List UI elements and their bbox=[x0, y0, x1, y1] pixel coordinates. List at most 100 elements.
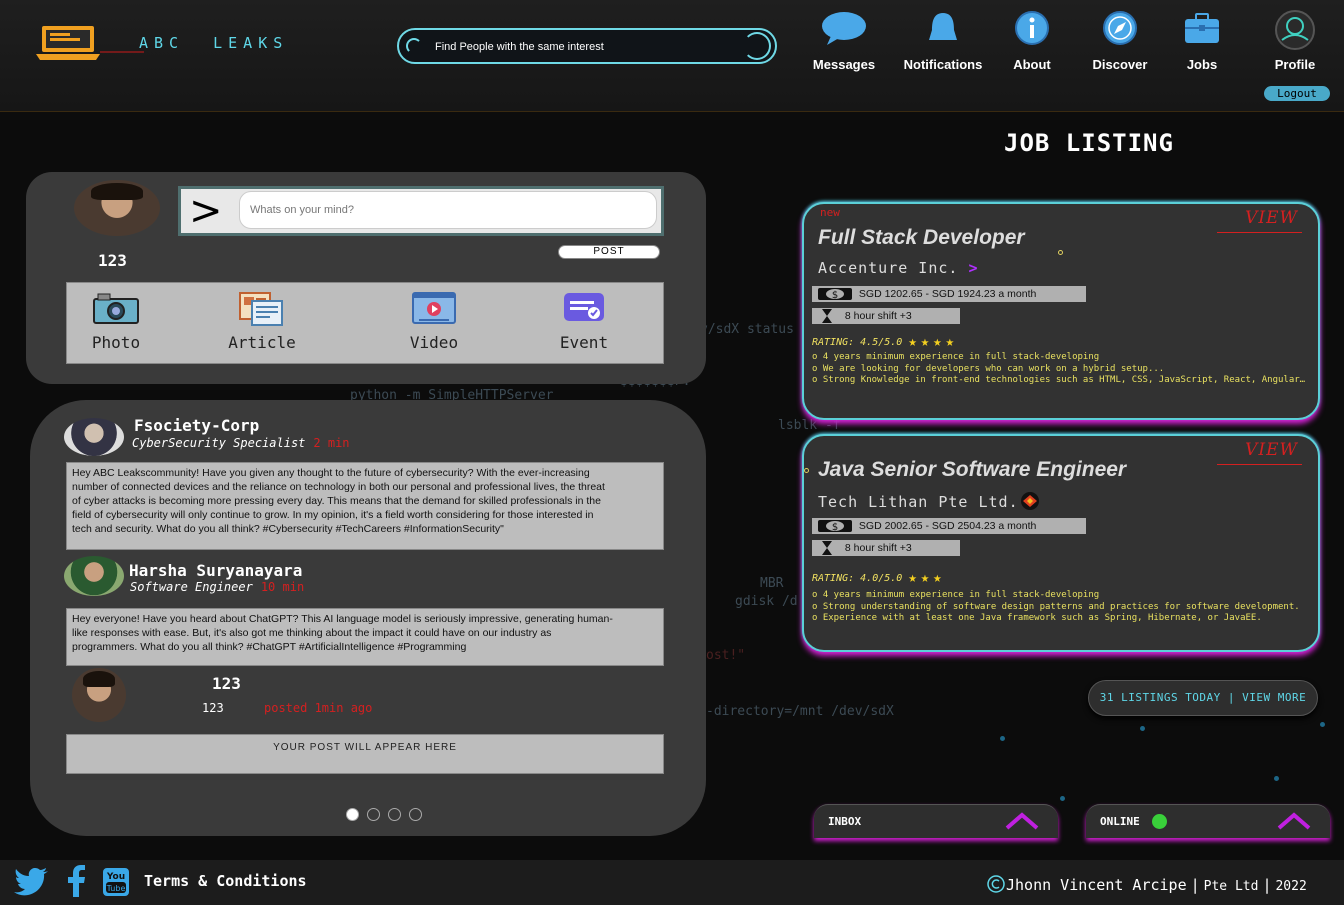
page-dot[interactable] bbox=[409, 808, 422, 821]
page-dot[interactable] bbox=[367, 808, 380, 821]
job-requirement: 4 years minimum experience in full stack… bbox=[812, 352, 1310, 364]
nav-profile-label: Profile bbox=[1274, 57, 1316, 72]
chevron-up-icon[interactable] bbox=[1276, 811, 1312, 831]
my-post-subcount: 123 bbox=[202, 701, 224, 715]
nav-jobs[interactable]: Jobs bbox=[1152, 8, 1252, 78]
main-area: v/sdX status python -m SimpleHTTPServer … bbox=[0, 112, 1344, 860]
author-name: Jhonn Vincent Arcipe bbox=[1006, 876, 1187, 894]
search-input[interactable] bbox=[435, 39, 735, 55]
my-post-count: 123 bbox=[212, 674, 241, 693]
calendar-icon bbox=[564, 293, 604, 321]
media-bar: Photo Article Video Event bbox=[66, 282, 664, 364]
online-tab[interactable]: ONLINE bbox=[1086, 804, 1330, 838]
page-dot[interactable] bbox=[388, 808, 401, 821]
post-composer: 123 > POST Photo bbox=[26, 172, 706, 384]
prompt-chevron-icon: > bbox=[189, 188, 223, 234]
user-avatar[interactable] bbox=[74, 180, 160, 236]
job-view-button[interactable]: VIEW bbox=[1217, 440, 1302, 465]
my-post-time: posted 1min ago bbox=[264, 701, 373, 715]
job-title: Java Senior Software Engineer bbox=[818, 458, 1127, 481]
search-ring-icon bbox=[406, 38, 422, 54]
people-search[interactable] bbox=[397, 28, 777, 64]
svg-text:$: $ bbox=[832, 290, 838, 301]
brand-abc: ABC bbox=[139, 34, 185, 52]
job-view-button[interactable]: VIEW bbox=[1217, 208, 1302, 233]
media-event[interactable]: Event bbox=[529, 287, 639, 357]
youtube-icon[interactable]: You Tube bbox=[102, 867, 130, 897]
brand-logo[interactable]: ABC LEAKS bbox=[34, 22, 284, 64]
money-icon: $ bbox=[818, 520, 852, 533]
copyright-icon bbox=[987, 875, 1005, 893]
copyright-year: 2022 bbox=[1275, 879, 1307, 894]
job-rating-text: RATING: 4.5/5.0 bbox=[812, 337, 903, 348]
bg-code-line: ost!" bbox=[706, 648, 746, 663]
bg-code-line: lsblk -f bbox=[778, 418, 841, 433]
svg-text:$: $ bbox=[832, 522, 838, 533]
terms-link[interactable]: Terms & Conditions bbox=[144, 872, 307, 890]
page-dot[interactable] bbox=[346, 808, 359, 821]
prompt-box: > bbox=[178, 186, 664, 236]
job-card[interactable]: VIEW Java Senior Software Engineer Tech … bbox=[802, 434, 1320, 652]
job-salary: $ SGD 1202.65 - SGD 1924.23 a month bbox=[812, 286, 1086, 302]
post-time: 2 min bbox=[313, 436, 350, 450]
media-article[interactable]: Article bbox=[207, 287, 317, 357]
hourglass-icon bbox=[822, 541, 832, 555]
job-requirement: Strong understanding of software design … bbox=[812, 602, 1310, 614]
bg-network-dot bbox=[1060, 796, 1065, 801]
post-time: 10 min bbox=[260, 580, 305, 594]
online-status-icon bbox=[1152, 814, 1167, 829]
nav-notifications[interactable]: Notifications bbox=[893, 8, 993, 78]
bg-code-line: v/sdX status bbox=[700, 322, 794, 337]
media-article-label: Article bbox=[228, 333, 296, 352]
job-rating: RATING: 4.0/5.0 ★★★ bbox=[812, 570, 946, 586]
search-button-icon[interactable] bbox=[743, 32, 771, 60]
job-salary: $ SGD 2002.65 - SGD 2504.23 a month bbox=[812, 518, 1086, 534]
nav-profile[interactable]: Profile bbox=[1245, 8, 1344, 78]
twitter-icon[interactable] bbox=[14, 867, 50, 897]
post-author-avatar[interactable] bbox=[64, 418, 124, 456]
nav-messages[interactable]: Messages bbox=[794, 8, 894, 78]
svg-text:You: You bbox=[106, 872, 125, 882]
job-shift-text: 8 hour shift +3 bbox=[844, 310, 912, 322]
my-post-placeholder: YOUR POST WILL APPEAR HERE bbox=[66, 734, 664, 774]
chevron-up-icon[interactable] bbox=[1004, 811, 1040, 831]
job-card[interactable]: new VIEW Full Stack Developer Accenture … bbox=[802, 202, 1320, 420]
post-body: Hey everyone! Have you heard about ChatG… bbox=[66, 608, 664, 666]
bg-code-line: gdisk /d bbox=[735, 594, 798, 609]
bg-network-dot bbox=[1140, 726, 1145, 731]
media-video[interactable]: Video bbox=[379, 287, 489, 357]
logout-button[interactable]: Logout bbox=[1264, 86, 1330, 101]
info-icon bbox=[1015, 11, 1049, 45]
company-logo-icon bbox=[1020, 492, 1039, 510]
bell-icon bbox=[929, 13, 957, 40]
brand-leaks: LEAKS bbox=[213, 34, 289, 52]
post-button[interactable]: POST bbox=[558, 245, 660, 259]
post-author-name[interactable]: Fsociety-Corp bbox=[134, 416, 259, 435]
money-icon: $ bbox=[818, 288, 852, 301]
post-author-avatar[interactable] bbox=[64, 556, 124, 596]
job-requirement: Strong Knowledge in front-end technologi… bbox=[812, 375, 1310, 387]
online-label: ONLINE bbox=[1100, 815, 1140, 828]
job-listing-title: JOB LISTING bbox=[1004, 129, 1174, 157]
post-role-text: Software Engineer bbox=[130, 580, 253, 594]
post-role-text: CyberSecurity Specialist bbox=[132, 436, 306, 450]
inbox-label: INBOX bbox=[828, 815, 862, 828]
media-event-label: Event bbox=[559, 333, 609, 352]
bg-network-dot bbox=[1000, 736, 1005, 741]
star-rating-icon: ★★★★ bbox=[908, 334, 959, 350]
view-more-listings-button[interactable]: 31 LISTINGS TODAY | VIEW MORE bbox=[1088, 680, 1318, 716]
job-rating: RATING: 4.5/5.0 ★★★★ bbox=[812, 334, 958, 350]
post-author-name[interactable]: Harsha Suryanayara bbox=[129, 561, 302, 580]
media-photo[interactable]: Photo bbox=[61, 287, 171, 357]
facebook-icon[interactable] bbox=[66, 865, 86, 897]
my-avatar[interactable] bbox=[72, 668, 126, 722]
chevron-right-icon: > bbox=[968, 259, 979, 277]
inbox-tab[interactable]: INBOX bbox=[814, 804, 1058, 838]
post-input[interactable] bbox=[239, 191, 657, 229]
laptop-logo-icon bbox=[36, 26, 272, 60]
svg-text:Tube: Tube bbox=[106, 884, 126, 893]
nav-about[interactable]: About bbox=[982, 8, 1082, 78]
media-photo-label: Photo bbox=[91, 333, 141, 352]
article-icon bbox=[239, 292, 283, 326]
news-feed: Fsociety-Corp CyberSecurity Specialist 2 … bbox=[30, 400, 706, 836]
